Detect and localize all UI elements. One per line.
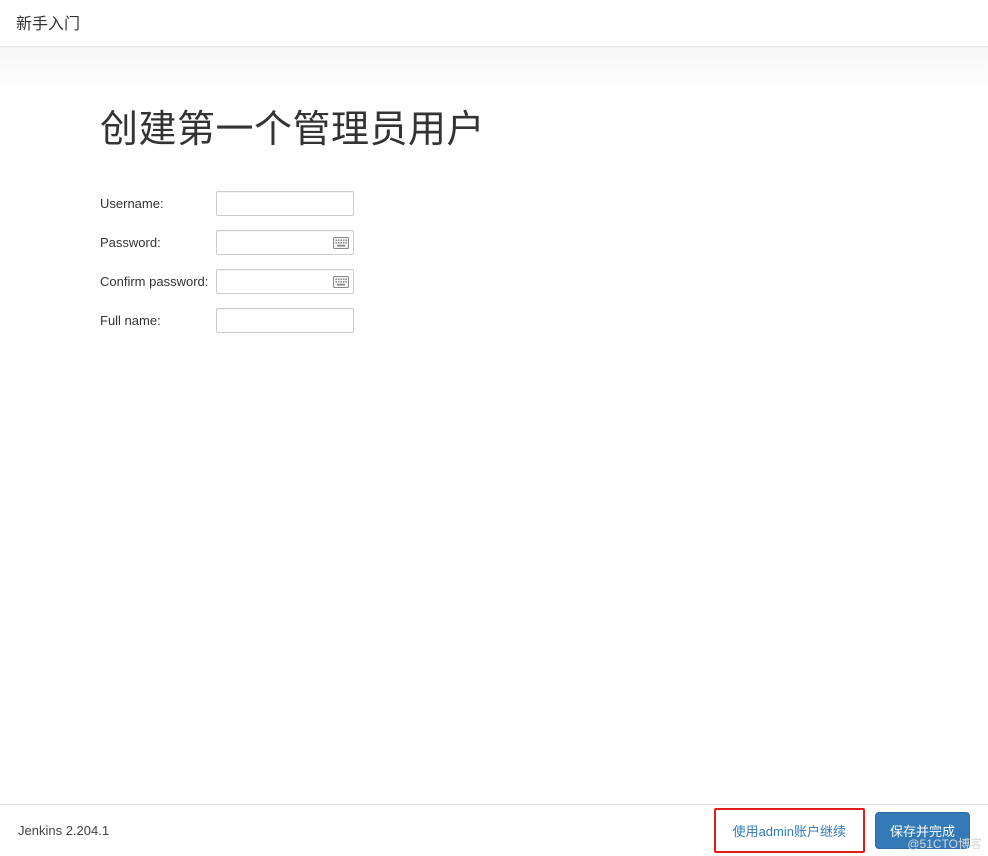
wizard-header: 新手入门 <box>0 0 988 47</box>
form-row-confirm-password: Confirm password: <box>100 269 988 294</box>
save-and-finish-button[interactable]: 保存并完成 <box>875 812 970 849</box>
fullname-label: Full name: <box>100 313 216 328</box>
wizard-header-title: 新手入门 <box>16 16 80 33</box>
page-title: 创建第一个管理员用户 <box>100 98 988 153</box>
wizard-footer: Jenkins 2.204.1 使用admin账户继续 保存并完成 <box>0 804 988 856</box>
form-row-username: Username: <box>100 191 988 216</box>
footer-buttons: 使用admin账户继续 保存并完成 <box>714 808 970 853</box>
form-row-password: Password: <box>100 230 988 255</box>
version-label: Jenkins 2.204.1 <box>18 823 109 838</box>
confirm-password-input[interactable] <box>216 269 354 294</box>
continue-as-admin-button[interactable]: 使用admin账户继续 <box>718 812 861 849</box>
username-input[interactable] <box>216 191 354 216</box>
username-label: Username: <box>100 196 216 211</box>
highlight-annotation: 使用admin账户继续 <box>714 808 865 853</box>
fullname-input[interactable] <box>216 308 354 333</box>
confirm-password-label: Confirm password: <box>100 274 216 289</box>
content-area: 创建第一个管理员用户 Username: Password: <box>0 47 988 809</box>
form-row-fullname: Full name: <box>100 308 988 333</box>
password-input[interactable] <box>216 230 354 255</box>
password-label: Password: <box>100 235 216 250</box>
